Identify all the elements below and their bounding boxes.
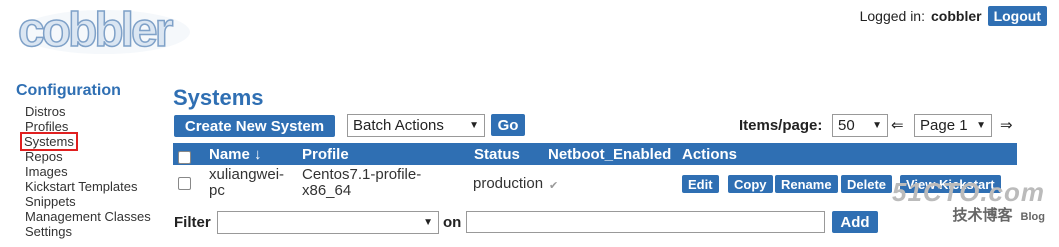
filter-label: Filter [174,214,211,231]
chevron-down-icon: ▼ [976,120,986,131]
sidebar-nav: Distros Profiles Systems Repos Images Ki… [20,104,151,239]
sidebar-item-profiles[interactable]: Profiles [25,119,151,134]
column-header-status[interactable]: Status [474,146,520,163]
sidebar-heading: Configuration [16,82,121,99]
sidebar-item-kickstart-templates[interactable]: Kickstart Templates [25,179,151,194]
sidebar-item-repos[interactable]: Repos [25,149,151,164]
system-status: production [473,175,544,192]
page-select-value: Page 1 [920,117,968,134]
sidebar-item-settings[interactable]: Settings [25,224,151,239]
column-header-actions: Actions [682,146,738,163]
prev-page-arrow-icon[interactable]: ⇐ [891,116,904,134]
batch-actions-select[interactable]: Batch Actions ▼ [347,114,485,137]
watermark: 51CTO.com 技术博客 Blog [892,177,1045,225]
chevron-down-icon: ▼ [872,120,882,131]
add-filter-button[interactable]: Add [832,211,878,233]
watermark-blog: Blog [1020,211,1045,223]
copy-button[interactable]: Copy [728,175,773,193]
page-title: Systems [173,85,264,110]
sidebar-item-distros[interactable]: Distros [25,104,151,119]
go-button[interactable]: Go [491,114,525,136]
logo-text: cobbler [18,4,173,57]
column-header-netboot-enabled[interactable]: Netboot_Enabled [548,146,671,163]
system-profile-line1: Centos7.1-profile- [302,166,422,183]
system-name-line1: xuliangwei- [209,166,285,183]
rename-button[interactable]: Rename [775,175,838,193]
items-per-page-select[interactable]: 50 ▼ [832,114,888,137]
system-name-line2: pc [209,182,225,199]
items-per-page-value: 50 [838,117,855,134]
system-name[interactable]: xuliangwei- pc [209,167,284,199]
delete-button[interactable]: Delete [841,175,893,193]
items-per-page-label: Items/page: [739,117,823,134]
page-select[interactable]: Page 1 ▼ [914,114,992,137]
batch-actions-value: Batch Actions [353,117,444,134]
logout-button[interactable]: Logout [987,6,1047,26]
system-profile: Centos7.1-profile- x86_64 [302,167,421,199]
create-new-system-button[interactable]: Create New System [174,115,335,137]
column-header-name[interactable]: Name ↓ [209,146,262,163]
row-checkbox[interactable] [178,177,191,194]
next-page-arrow-icon[interactable]: ⇒ [1000,116,1013,134]
column-header-profile[interactable]: Profile [302,146,349,163]
chevron-down-icon: ▼ [423,217,433,228]
filter-value-input[interactable] [466,211,825,233]
system-profile-line2: x86_64 [302,182,352,199]
logged-in-label: Logged in: [859,8,925,24]
netboot-enabled-checkbox[interactable]: ✔ [549,178,558,194]
chevron-down-icon: ▼ [469,120,479,131]
login-area: Logged in: cobbler Logout [860,6,1047,26]
edit-button[interactable]: Edit [682,175,719,193]
sidebar-item-images[interactable]: Images [25,164,151,179]
table-row: xuliangwei- pc Centos7.1-profile- x86_64… [173,165,1017,203]
filter-field-select[interactable]: ▼ [217,211,439,234]
sidebar-item-systems[interactable]: Systems [20,132,78,151]
sidebar-item-management-classes[interactable]: Management Classes [25,209,151,224]
username: cobbler [931,8,982,24]
filter-on-label: on [443,214,462,231]
cobbler-logo: cobbler [14,2,194,58]
sidebar-item-snippets[interactable]: Snippets [25,194,151,209]
watermark-subtitle-text: 技术博客 [952,207,1013,224]
table-header: Name ↓ Profile Status Netboot_Enabled Ac… [173,143,1017,165]
